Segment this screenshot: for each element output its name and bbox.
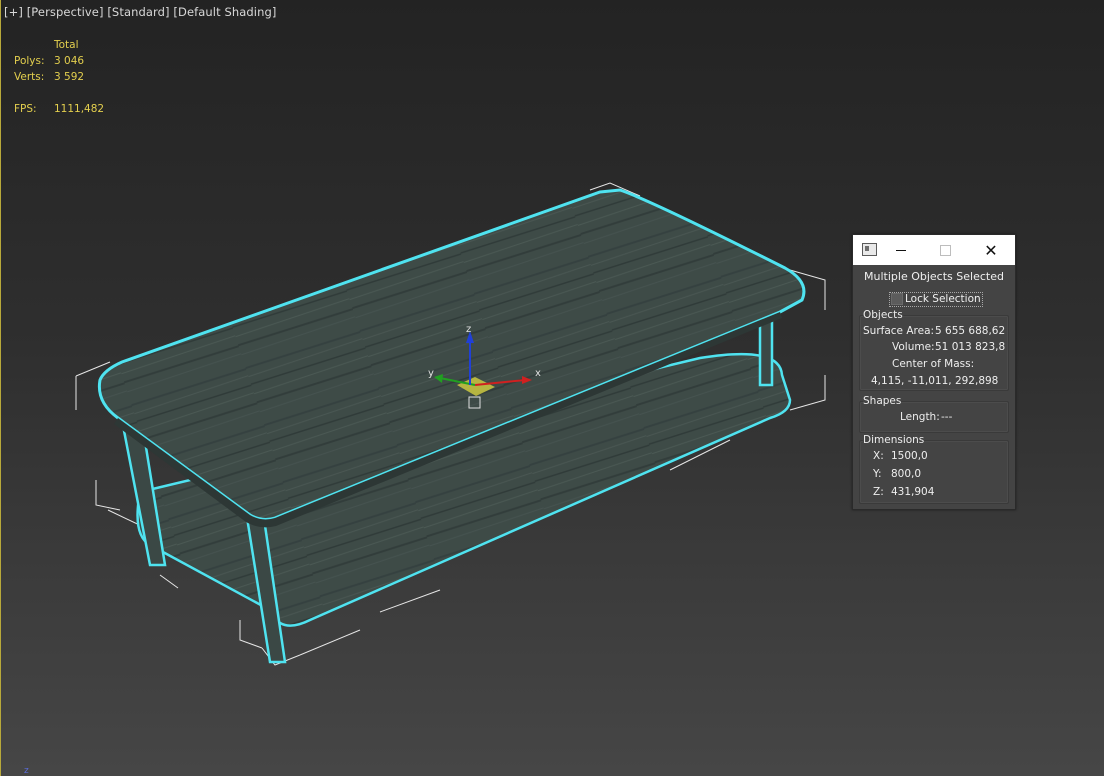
- minimize-icon: [896, 249, 906, 251]
- surface-area-value: 5 655 688,62: [935, 325, 1006, 337]
- dimension-y-label: Y:: [873, 468, 882, 480]
- dialog-titlebar[interactable]: ✕: [853, 235, 1015, 265]
- dimensions-group-label: Dimensions: [863, 434, 925, 446]
- dimension-z-value: 431,904: [891, 486, 935, 498]
- gizmo-y-label: y: [428, 368, 434, 379]
- length-value: ---: [941, 411, 953, 423]
- volume-label: Volume:: [892, 341, 935, 353]
- close-button[interactable]: ✕: [969, 235, 1013, 265]
- dialog-heading: Multiple Objects Selected: [864, 270, 1004, 283]
- maximize-icon: [939, 244, 951, 256]
- volume-value: 51 013 823,8: [935, 341, 1006, 353]
- viewport-axis-tripod: z: [24, 766, 29, 776]
- lock-selection-checkbox[interactable]: Lock Selection: [889, 291, 983, 307]
- center-of-mass-value: 4,115, -11,011, 292,898: [871, 375, 999, 387]
- minimize-button[interactable]: [879, 235, 923, 265]
- maximize-button[interactable]: [923, 235, 967, 265]
- measure-dialog: ✕ Multiple Objects Selected Lock Selecti…: [852, 234, 1016, 510]
- close-icon: ✕: [984, 240, 998, 260]
- objects-group-label: Objects: [863, 309, 903, 321]
- gizmo-x-label: x: [535, 368, 541, 379]
- checkbox-box[interactable]: [891, 293, 903, 305]
- length-label: Length:: [900, 411, 940, 423]
- lock-selection-label: Lock Selection: [905, 292, 981, 305]
- dimension-x-label: X:: [873, 450, 884, 462]
- lock-selection-button[interactable]: Lock Selection: [889, 291, 983, 307]
- viewport-perspective[interactable]: [+] [Perspective] [Standard] [Default Sh…: [0, 0, 1104, 776]
- dimension-z-label: Z:: [873, 486, 884, 498]
- shapes-group-label: Shapes: [863, 395, 902, 407]
- app-icon: [862, 243, 877, 256]
- dimension-x-value: 1500,0: [891, 450, 928, 462]
- surface-area-label: Surface Area:: [863, 325, 935, 337]
- gizmo-z-label: z: [466, 324, 471, 335]
- center-of-mass-label: Center of Mass:: [892, 358, 975, 370]
- dimension-y-value: 800,0: [891, 468, 922, 480]
